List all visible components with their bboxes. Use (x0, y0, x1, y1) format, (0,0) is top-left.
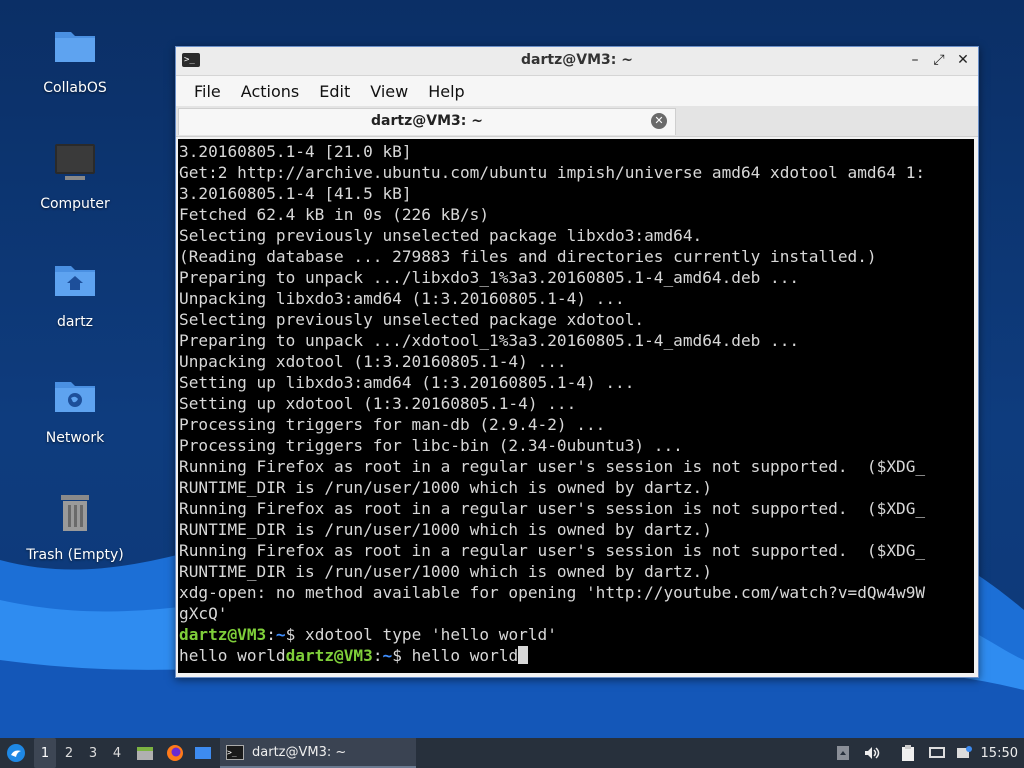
desktop-icon-label: Trash (Empty) (26, 547, 124, 563)
terminal-prompt-line: dartz@VM3:~$ xdotool type 'hello world' (179, 625, 557, 644)
terminal-window[interactable]: >_ dartz@VM3: ~ – ⤢ ✕ File Actions Edit … (175, 46, 979, 678)
terminal-line: Unpacking xdotool (1:3.20160805.1-4) ... (179, 352, 567, 371)
desktop-icon-label: Network (45, 430, 105, 446)
terminal-line: Selecting previously unselected package … (179, 226, 703, 245)
desktop-icon-collabos[interactable]: CollabOS (20, 22, 130, 96)
terminal-line: Running Firefox as root in a regular use… (179, 541, 926, 560)
tab-terminal[interactable]: dartz@VM3: ~ ✕ (178, 108, 676, 135)
maximize-button[interactable]: ⤢ (932, 52, 946, 68)
terminal-line: RUNTIME_DIR is /run/user/1000 which is o… (179, 562, 712, 581)
network-tray-icon[interactable] (926, 738, 948, 768)
close-button[interactable]: ✕ (956, 52, 970, 68)
terminal-cursor (518, 646, 529, 664)
trash-icon (61, 495, 89, 531)
terminal-line: RUNTIME_DIR is /run/user/1000 which is o… (179, 520, 712, 539)
terminal-output[interactable]: 3.20160805.1-4 [21.0 kB] Get:2 http://arc… (178, 139, 974, 673)
terminal-line: Selecting previously unselected package … (179, 310, 645, 329)
taskbar-task-terminal[interactable]: >_ dartz@VM3: ~ (220, 738, 416, 768)
terminal-line: (Reading database ... 279883 files and d… (179, 247, 877, 266)
file-manager-icon (137, 747, 153, 760)
window-title: dartz@VM3: ~ (521, 52, 633, 68)
file-manager-launcher[interactable] (134, 738, 156, 768)
desktop-icon-label: Computer (40, 196, 110, 212)
terminal-prompt-line-current: hello worlddartz@VM3:~$ hello world (178, 645, 974, 666)
home-folder-icon (55, 266, 95, 296)
window-titlebar[interactable]: >_ dartz@VM3: ~ – ⤢ ✕ (176, 47, 978, 76)
firefox-launcher[interactable] (164, 738, 186, 768)
desktop-icon (195, 747, 211, 759)
menu-edit[interactable]: Edit (311, 82, 358, 101)
show-desktop-button[interactable] (192, 738, 214, 768)
terminal-line: Preparing to unpack .../libxdo3_1%3a3.20… (179, 268, 800, 287)
terminal-line: Running Firefox as root in a regular use… (179, 457, 926, 476)
terminal-line: xdg-open: no method available for openin… (179, 583, 926, 602)
menu-actions[interactable]: Actions (233, 82, 307, 101)
lubuntu-logo-icon (7, 744, 25, 762)
app-menu-button[interactable] (4, 738, 28, 768)
tab-bar: dartz@VM3: ~ ✕ (176, 106, 978, 137)
clipboard-icon[interactable] (898, 738, 918, 768)
desktop-icon-trash[interactable]: Trash (Empty) (20, 489, 130, 563)
terminal-line: Setting up xdotool (1:3.20160805.1-4) ..… (179, 394, 577, 413)
terminal-line: 3.20160805.1-4 [21.0 kB] (179, 142, 412, 161)
tab-label: dartz@VM3: ~ (371, 113, 483, 129)
menu-file[interactable]: File (186, 82, 229, 101)
tray-up-icon[interactable] (834, 738, 852, 768)
terminal-line: 3.20160805.1-4 [41.5 kB] (179, 184, 412, 203)
terminal-line: Setting up libxdo3:amd64 (1:3.20160805.1… (179, 373, 635, 392)
workspace-1[interactable]: 1 (34, 738, 56, 768)
desktop-icon-label: dartz (56, 314, 94, 330)
workspace-3[interactable]: 3 (82, 738, 104, 768)
taskbar: 1 2 3 4 >_ dartz@VM3: ~ 15:50 (0, 738, 1024, 768)
terminal-line: gXcQ' (179, 604, 228, 623)
workspace-4[interactable]: 4 (106, 738, 128, 768)
terminal-line: RUNTIME_DIR is /run/user/1000 which is o… (179, 478, 712, 497)
desktop-icon-computer[interactable]: Computer (20, 138, 130, 212)
terminal-line: Unpacking libxdo3:amd64 (1:3.20160805.1-… (179, 289, 625, 308)
firefox-icon (167, 745, 183, 761)
desktop-icon-network[interactable]: Network (20, 372, 130, 446)
menu-help[interactable]: Help (420, 82, 472, 101)
terminal-line: Processing triggers for man-db (2.9.4-2)… (179, 415, 606, 434)
menu-view[interactable]: View (362, 82, 416, 101)
volume-icon[interactable] (862, 738, 882, 768)
clock[interactable]: 15:50 (981, 738, 1018, 768)
task-label: dartz@VM3: ~ (252, 744, 347, 760)
desktop-icon-label: CollabOS (43, 80, 107, 96)
terminal-line: Running Firefox as root in a regular use… (179, 499, 926, 518)
update-notifier-icon[interactable] (954, 738, 974, 768)
terminal-line: Processing triggers for libc-bin (2.34-0… (179, 436, 683, 455)
network-folder-icon (55, 382, 95, 412)
terminal-line: Fetched 62.4 kB in 0s (226 kB/s) (179, 205, 490, 224)
menu-bar: File Actions Edit View Help (176, 76, 978, 106)
minimize-button[interactable]: – (908, 52, 922, 68)
workspace-2[interactable]: 2 (58, 738, 80, 768)
desktop-icon-home[interactable]: dartz (20, 256, 130, 330)
tab-close-icon[interactable]: ✕ (651, 113, 667, 129)
computer-icon (55, 144, 95, 180)
folder-icon (55, 32, 95, 62)
terminal-icon: >_ (226, 744, 244, 760)
terminal-line: Get:2 http://archive.ubuntu.com/ubuntu i… (179, 163, 926, 182)
terminal-line: Preparing to unpack .../xdotool_1%3a3.20… (179, 331, 800, 350)
